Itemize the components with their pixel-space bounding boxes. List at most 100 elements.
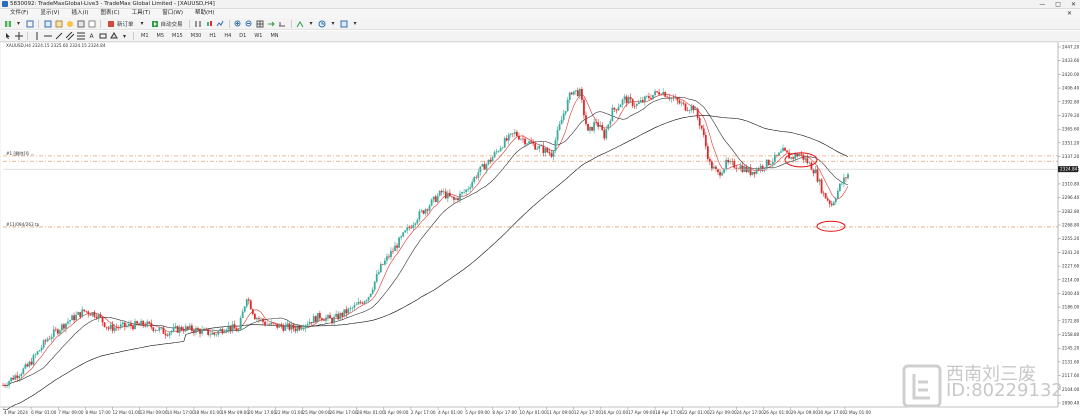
time-tick-label: 11 Apr 09:00 [547,410,575,415]
shapes-icon[interactable] [109,32,118,41]
chevron-down-icon[interactable]: ▾ [351,19,360,28]
maximize-button[interactable]: □ [1055,1,1061,8]
time-tick-label: 28 Mar 01:00 [357,410,385,415]
toolbar-divider [188,19,190,28]
price-tick-label: 2310.80 [1062,181,1080,186]
terminal-icon[interactable] [76,19,85,28]
templates-icon[interactable] [340,19,349,28]
periods-icon[interactable] [318,19,327,28]
time-tick-label: 17 Apr 09:00 [628,410,656,415]
menu-window[interactable]: 窗口(W) [156,9,189,18]
time-tick-label: 12 Mar 01:00 [113,410,141,415]
menu-bar: 文件(F) 显示(V) 插入(I) 图表(C) 工具(T) 窗口(W) 帮助(H… [0,9,1080,18]
time-tick-label: 19 Mar 09:00 [221,410,249,415]
time-tick-label: 5 Apr 09:00 [465,410,490,415]
trendline-icon[interactable] [54,32,63,41]
price-tick-label: 2227.60 [1062,264,1080,269]
data-window-icon[interactable] [54,19,63,28]
candle [249,299,252,310]
candle [664,91,667,98]
timeframe-h4[interactable]: H4 [221,32,234,41]
vertical-line-icon[interactable] [32,32,41,41]
toolbar-divider [228,19,230,28]
autotrading-button[interactable]: 自动交易 [149,19,185,28]
time-tick-label: 23 Apr 09:00 [709,410,737,415]
menu-chart[interactable]: 图表(C) [94,9,125,18]
main-toolbar: ▾ 新订单 ▾ 自动交易 ▾ ▾ ▾ [0,18,1080,30]
toolbar-divider [27,32,28,40]
toolbar-divider [133,32,134,40]
bar-chart-icon[interactable] [194,19,203,28]
profiles-icon[interactable] [25,19,34,28]
autoscroll-icon[interactable] [267,19,276,28]
label-icon[interactable] [98,32,107,41]
price-tick-label: 2158.80 [1062,332,1080,337]
zoom-out-icon[interactable] [245,19,254,28]
time-tick-label: 4 Apr 01:00 [438,410,463,415]
tester-icon[interactable] [87,19,96,28]
current-price-label: 2324.84 [1060,167,1078,172]
candle [316,313,319,323]
new-chart-icon[interactable] [3,19,12,28]
menu-view[interactable]: 显示(V) [34,9,65,18]
new-order-label: 新订单 [117,21,134,28]
toolbar-divider [290,19,292,28]
menu-insert[interactable]: 插入(I) [66,9,95,18]
indicators-icon[interactable] [296,19,305,28]
time-tick-label: 1 Apr 09:00 [384,410,409,415]
price-tick-label: 2337.20 [1062,154,1080,159]
timeframe-h1[interactable]: H1 [206,32,219,41]
candle [103,322,106,328]
timeframe-w1[interactable]: W1 [251,32,265,41]
channel-icon[interactable] [65,32,74,41]
menu-file[interactable]: 文件(F) [4,9,34,18]
time-tick-label: 6 Mar 01:00 [31,410,57,415]
text-icon[interactable]: A [87,32,96,41]
app-icon [2,1,8,7]
autotrading-label: 自动交易 [160,21,183,28]
horizontal-line-icon[interactable] [43,32,52,41]
new-order-button[interactable]: 新订单 [105,19,136,28]
time-tick-label: 24 Apr 17:00 [736,410,764,415]
close-window-button[interactable]: ✕ [1071,1,1076,8]
candle [820,177,823,195]
crosshair-icon[interactable] [14,32,23,41]
chevron-down-icon[interactable]: ▾ [120,32,129,41]
candlestick-icon[interactable] [205,19,214,28]
line-chart-icon[interactable] [216,19,225,28]
tile-windows-icon[interactable] [256,19,265,28]
time-tick-label: 10 Apr 01:00 [519,410,547,415]
price-tick-label: 2214.00 [1062,277,1080,282]
time-tick-label: 2 Apr 17:00 [411,410,436,415]
time-tick-label: 8 Mar 17:00 [85,410,111,415]
close-chart-button[interactable]: ✕ [1067,9,1072,18]
zoom-in-icon[interactable] [234,19,243,28]
chevron-down-icon[interactable]: ▾ [307,19,316,28]
time-tick-label: 30 Apr 17:00 [818,410,846,415]
candle [767,159,770,166]
chevron-down-icon[interactable]: ▾ [329,19,338,28]
navigator-icon[interactable] [65,19,74,28]
time-tick-label: 14 Mar 17:00 [167,410,195,415]
time-tick-label: 26 Mar 17:00 [330,410,358,415]
timeframe-m15[interactable]: M15 [169,32,186,41]
market-watch-icon[interactable] [43,19,52,28]
fibonacci-icon[interactable] [76,32,85,41]
timeframe-d1[interactable]: D1 [236,32,249,41]
cursor-icon[interactable] [3,32,12,41]
timeframe-m30[interactable]: M30 [188,32,205,41]
timeframe-mn[interactable]: MN [267,32,281,41]
price-tick-label: 2282.80 [1062,209,1080,214]
chevron-down-icon[interactable]: ▾ [14,19,23,28]
minimize-button[interactable]: — [1039,1,1045,8]
price-tick-label: 2406.40 [1062,86,1080,91]
toolbar-divider [100,19,101,28]
menu-tools[interactable]: 工具(T) [126,9,157,18]
menu-help[interactable]: 帮助(H) [189,9,220,18]
timeframe-m1[interactable]: M1 [138,32,152,41]
price-tick-label: 2447.20 [1062,45,1080,50]
timeframe-m5[interactable]: M5 [154,32,168,41]
time-tick-label: 22 Mar 01:00 [275,410,303,415]
chevron-down-icon[interactable]: ▾ [138,19,147,28]
chart-shift-icon[interactable] [278,19,287,28]
